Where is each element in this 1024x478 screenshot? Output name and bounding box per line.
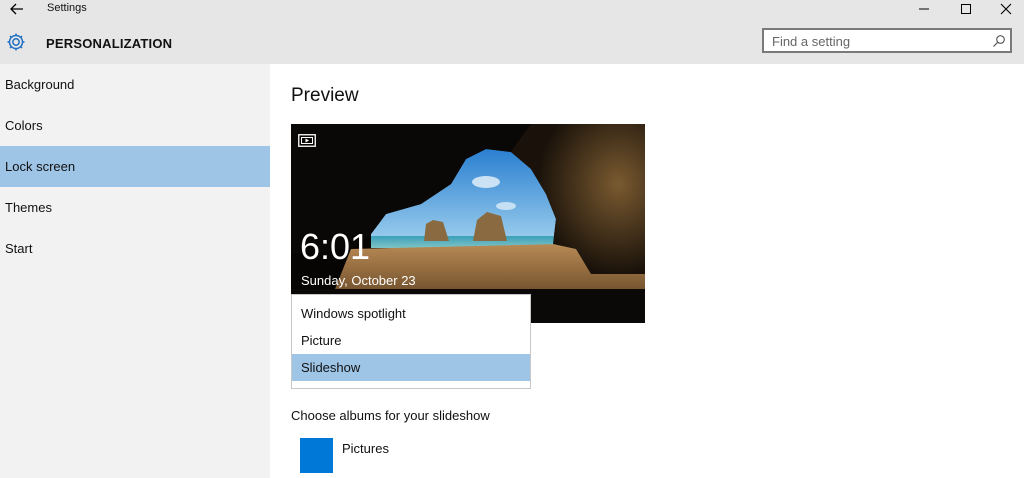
background-dropdown[interactable]: Windows spotlight Picture Slideshow xyxy=(291,294,531,389)
back-arrow-icon[interactable] xyxy=(8,0,26,18)
sidebar-item-lock-screen[interactable]: Lock screen xyxy=(0,146,270,187)
search-placeholder: Find a setting xyxy=(772,34,851,49)
main-content: Preview 6:01 Sunday, October 23 Windows … xyxy=(270,64,1024,478)
sidebar-item-background[interactable]: Background xyxy=(0,64,270,105)
option-windows-spotlight[interactable]: Windows spotlight xyxy=(292,300,530,327)
settings-header: PERSONALIZATION Find a setting xyxy=(0,20,1024,64)
option-picture[interactable]: Picture xyxy=(292,327,530,354)
title-bar: Settings xyxy=(0,0,1024,20)
gear-icon xyxy=(5,31,27,53)
minimize-icon[interactable] xyxy=(909,0,939,18)
preview-time: 6:01 xyxy=(300,226,371,267)
maximize-icon[interactable] xyxy=(951,0,981,18)
album-name[interactable]: Pictures xyxy=(342,441,389,456)
preview-date: Sunday, October 23 xyxy=(301,273,416,288)
albums-label: Choose albums for your slideshow xyxy=(291,408,490,423)
preview-heading: Preview xyxy=(291,85,359,106)
page-title: PERSONALIZATION xyxy=(46,36,173,51)
sidebar-item-colors[interactable]: Colors xyxy=(0,105,270,146)
sidebar: Background Colors Lock screen Themes Sta… xyxy=(0,64,270,478)
sidebar-item-start[interactable]: Start xyxy=(0,228,270,269)
sidebar-item-themes[interactable]: Themes xyxy=(0,187,270,228)
album-thumbnail[interactable] xyxy=(300,438,333,473)
search-icon[interactable] xyxy=(992,34,1006,48)
option-slideshow[interactable]: Slideshow xyxy=(292,354,530,381)
window-title: Settings xyxy=(47,2,87,14)
slideshow-icon xyxy=(298,134,316,147)
search-input[interactable]: Find a setting xyxy=(762,28,1012,53)
close-icon[interactable] xyxy=(991,0,1021,18)
